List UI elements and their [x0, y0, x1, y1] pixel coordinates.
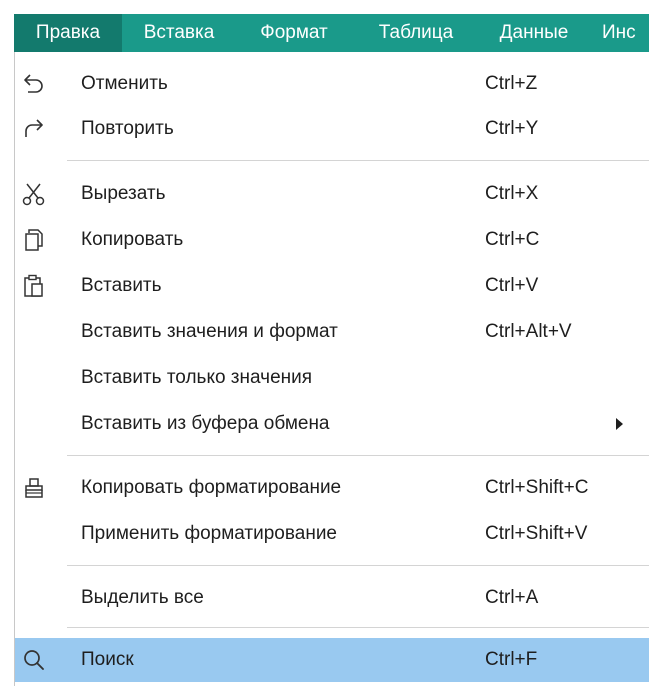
redo-icon: [21, 116, 47, 142]
menu-item-paste[interactable]: Вставить Ctrl+V: [15, 264, 649, 308]
menu-item-shortcut: Ctrl+Shift+C: [485, 477, 589, 498]
menu-insert[interactable]: Вставка: [129, 14, 229, 52]
menu-item-shortcut: Ctrl+V: [485, 275, 539, 296]
menu-item-label: Вставить из буфера обмена: [81, 413, 330, 434]
menu-item-label: Выделить все: [81, 587, 204, 608]
menu-item-label: Вставить только значения: [81, 367, 313, 388]
menu-item-undo[interactable]: Отменить Ctrl+Z: [15, 62, 649, 106]
menu-item-shortcut: Ctrl+C: [485, 229, 540, 250]
menu-data[interactable]: Данные: [484, 14, 584, 52]
menubar: Правка Вставка Формат Таблица Данные Инс: [14, 14, 649, 52]
edit-dropdown-menu: Отменить Ctrl+Z Повторить Ctrl+Y Вырезат…: [14, 52, 649, 686]
menu-item-shortcut: Ctrl+A: [485, 587, 539, 608]
menu-item-label: Отменить: [81, 73, 168, 94]
menu-item-label: Применить форматирование: [81, 523, 337, 544]
menu-format[interactable]: Формат: [244, 14, 344, 52]
menu-item-label: Копировать форматирование: [81, 477, 342, 498]
submenu-arrow-icon: [616, 418, 623, 430]
menu-item-label: Копировать: [81, 229, 184, 250]
menu-item-shortcut: Ctrl+Y: [485, 118, 539, 139]
menu-item-label: Вставить: [81, 275, 162, 296]
search-icon: [21, 647, 47, 673]
menu-separator: [67, 565, 649, 566]
paste-icon: [21, 273, 47, 299]
menu-table[interactable]: Таблица: [362, 14, 470, 52]
menu-item-shortcut: Ctrl+Alt+V: [485, 321, 572, 342]
menu-item-label: Повторить: [81, 118, 174, 139]
menu-tools[interactable]: Инс: [602, 14, 649, 52]
undo-icon: [21, 71, 47, 97]
menu-item-cut[interactable]: Вырезать Ctrl+X: [15, 172, 649, 216]
menu-edit[interactable]: Правка: [14, 14, 122, 52]
format-painter-icon: [21, 475, 47, 501]
copy-icon: [21, 227, 47, 253]
menu-item-label: Вставить значения и формат: [81, 321, 338, 342]
scissors-icon: [21, 181, 47, 207]
menu-item-shortcut: Ctrl+Z: [485, 73, 538, 94]
menu-separator: [67, 455, 649, 456]
menu-item-shortcut: Ctrl+X: [485, 183, 539, 204]
menu-item-search[interactable]: Поиск Ctrl+F: [15, 638, 649, 682]
menu-item-paste-values-only[interactable]: Вставить только значения: [15, 356, 649, 400]
menu-item-shortcut: Ctrl+F: [485, 649, 538, 670]
menu-separator: [67, 160, 649, 161]
menu-separator: [67, 627, 649, 628]
app-window: Правка Вставка Формат Таблица Данные Инс…: [0, 0, 649, 686]
menu-item-paste-values-format[interactable]: Вставить значения и формат Ctrl+Alt+V: [15, 310, 649, 354]
menu-item-label: Вырезать: [81, 183, 166, 204]
menu-item-label: Поиск: [81, 649, 134, 670]
menu-item-copy[interactable]: Копировать Ctrl+C: [15, 218, 649, 262]
menu-item-select-all[interactable]: Выделить все Ctrl+A: [15, 576, 649, 620]
menu-item-shortcut: Ctrl+Shift+V: [485, 523, 588, 544]
menu-item-copy-formatting[interactable]: Копировать форматирование Ctrl+Shift+C: [15, 466, 649, 510]
menu-item-redo[interactable]: Повторить Ctrl+Y: [15, 107, 649, 151]
menu-item-paste-from-clipboard[interactable]: Вставить из буфера обмена: [15, 402, 649, 446]
menu-item-apply-formatting[interactable]: Применить форматирование Ctrl+Shift+V: [15, 512, 649, 556]
